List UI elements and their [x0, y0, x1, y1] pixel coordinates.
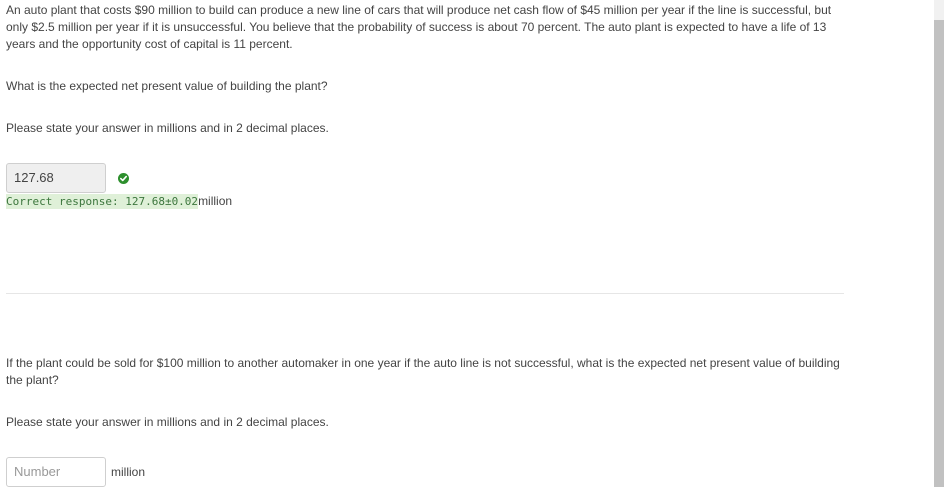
q1-answer-input[interactable]: 127.68 [6, 163, 106, 193]
q1-correct-response: Correct response: 127.68±0.02million [6, 193, 232, 209]
q1-problem-text: An auto plant that costs $90 million to … [6, 3, 832, 51]
correct-response-unit: million [198, 194, 233, 208]
check-circle-icon [118, 173, 129, 184]
q2-problem-text: If the plant could be sold for $100 mill… [6, 356, 840, 387]
correct-response-text: Correct response: 127.68±0.02 [6, 194, 199, 209]
question-divider [6, 293, 844, 294]
q2-instruction-text: Please state your answer in millions and… [6, 415, 329, 429]
q2-answer-input[interactable]: Number [6, 457, 106, 487]
q2-unit-label: million [111, 465, 146, 479]
scrollbar-thumb[interactable] [934, 20, 944, 487]
q1-question-text: What is the expected net present value o… [6, 79, 328, 93]
vertical-scrollbar[interactable] [934, 0, 944, 487]
q1-instruction-text: Please state your answer in millions and… [6, 121, 329, 135]
